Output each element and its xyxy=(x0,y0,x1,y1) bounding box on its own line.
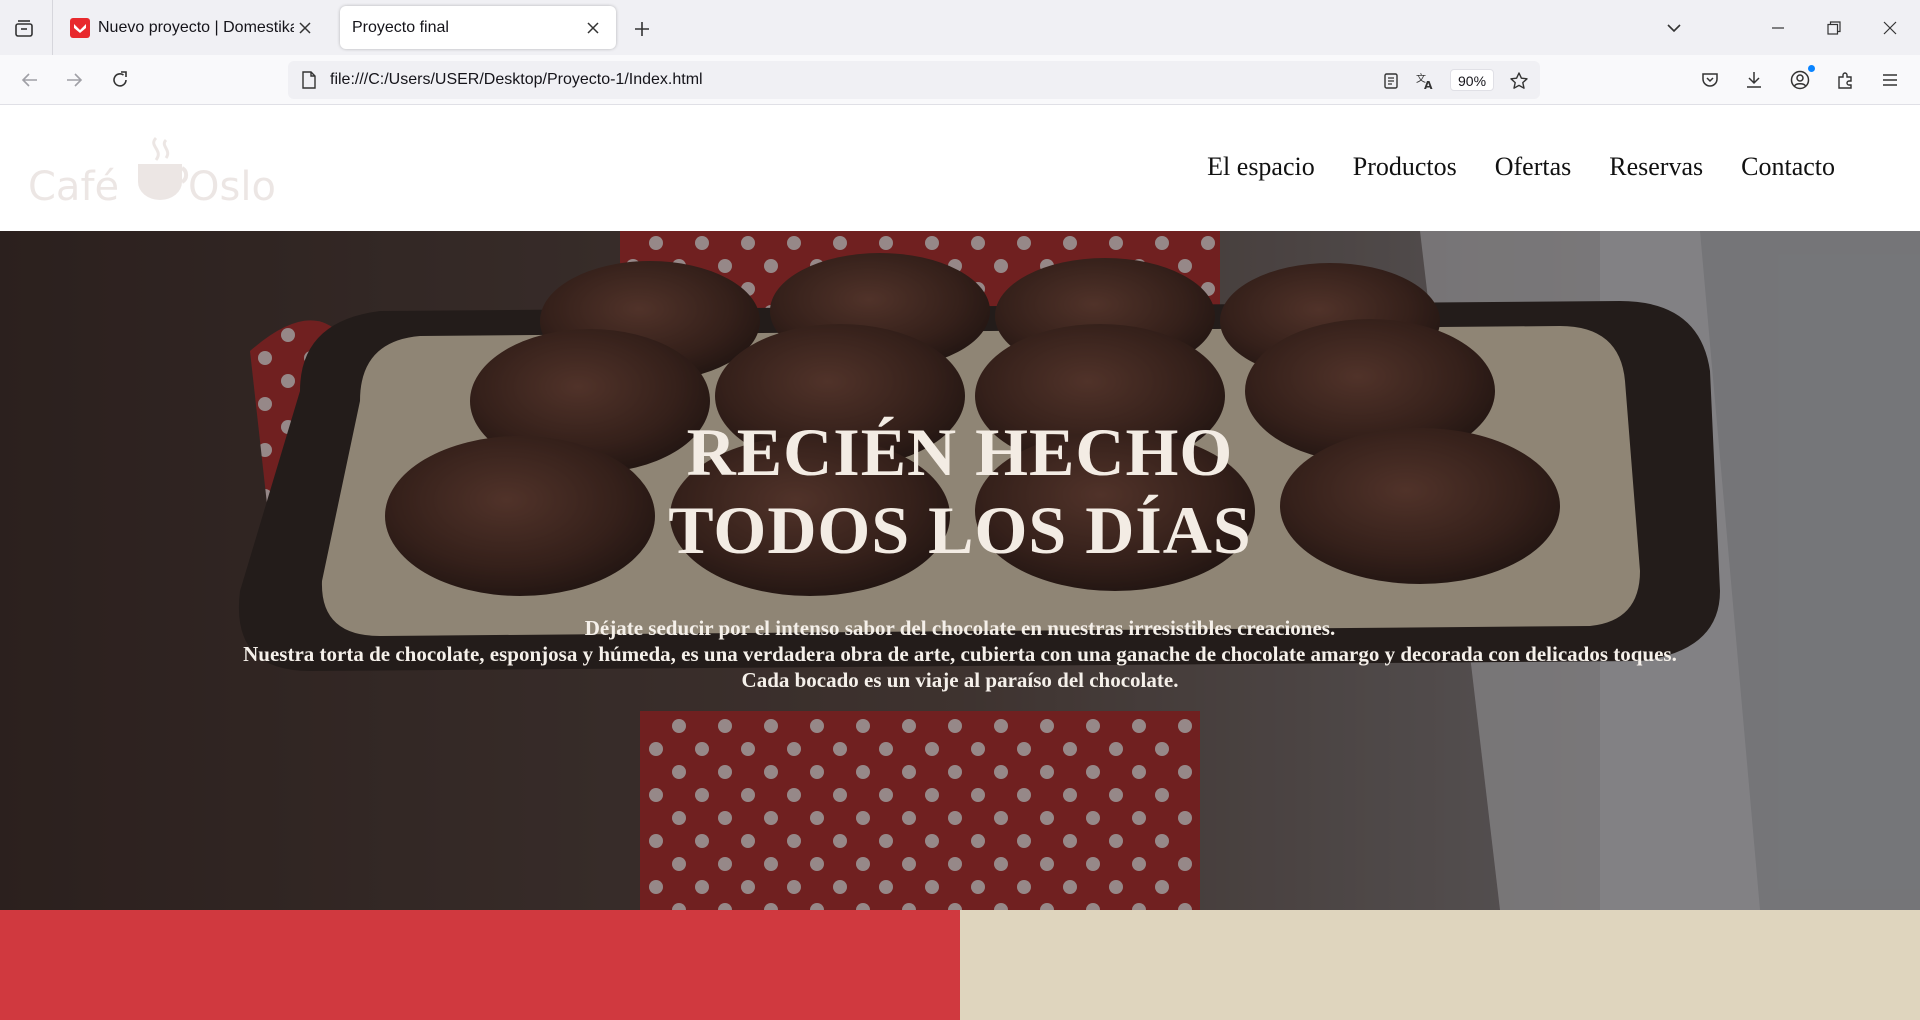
hero-section: RECIÉN HECHO TODOS LOS DÍAS Déjate seduc… xyxy=(0,231,1920,910)
beige-color-block xyxy=(960,910,1920,1020)
back-arrow-icon[interactable] xyxy=(14,64,46,96)
svg-text:A: A xyxy=(1424,79,1433,91)
nav-link-contacto[interactable]: Contacto xyxy=(1741,152,1835,182)
account-icon[interactable] xyxy=(1784,64,1816,96)
coffee-cup-icon xyxy=(138,136,189,200)
tab-title: Proyecto final xyxy=(352,18,449,36)
hero-overlay xyxy=(0,231,1920,910)
extensions-icon[interactable] xyxy=(1829,64,1861,96)
close-icon[interactable] xyxy=(294,17,316,39)
tab-domestika[interactable]: Nuevo proyecto | Domestika xyxy=(58,6,328,49)
hamburger-menu-icon[interactable] xyxy=(1874,64,1906,96)
chevron-down-icon[interactable] xyxy=(1658,12,1690,44)
tab-title: Nuevo proyecto | Domestika xyxy=(98,18,294,36)
logo-text-right: Oslo xyxy=(188,164,276,210)
browser-tab-bar: Nuevo proyecto | Domestika Proyecto fina… xyxy=(0,0,1920,55)
red-color-block xyxy=(0,910,960,1020)
pocket-icon[interactable] xyxy=(1694,64,1726,96)
tab-proyecto-final[interactable]: Proyecto final xyxy=(340,6,616,49)
hero-description: Déjate seducir por el intenso sabor del … xyxy=(0,615,1920,693)
hero-title-line-1: RECIÉN HECHO xyxy=(686,414,1234,490)
zoom-level-button[interactable]: 90% xyxy=(1450,69,1495,91)
minimize-icon[interactable] xyxy=(1762,12,1794,44)
logo-text-left: Café xyxy=(28,164,120,210)
forward-arrow-icon[interactable] xyxy=(58,64,90,96)
page-icon xyxy=(300,71,318,89)
browser-toolbar: file:///C:/Users/USER/Desktop/Proyecto-1… xyxy=(0,55,1920,105)
domestika-icon xyxy=(70,17,90,38)
new-tab-button[interactable] xyxy=(628,15,656,43)
url-text[interactable]: file:///C:/Users/USER/Desktop/Proyecto-1… xyxy=(330,71,703,89)
hero-text-line-1: Déjate seducir por el intenso sabor del … xyxy=(584,616,1336,640)
tab-list-icon[interactable] xyxy=(10,15,38,43)
translate-icon[interactable]: 文A xyxy=(1412,68,1438,94)
hero-title-line-2: TODOS LOS DÍAS xyxy=(668,492,1252,568)
hero-text-line-2: Nuestra torta de chocolate, esponjosa y … xyxy=(243,642,1677,666)
main-navigation: El espacio Productos Ofertas Reservas Co… xyxy=(1207,152,1835,182)
close-window-icon[interactable] xyxy=(1874,12,1906,44)
site-logo[interactable]: Café Oslo xyxy=(28,134,288,214)
restore-icon[interactable] xyxy=(1818,12,1850,44)
reader-view-icon[interactable] xyxy=(1378,68,1404,94)
site-header: Café Oslo El espacio Productos Ofertas R… xyxy=(0,106,1920,231)
hero-title: RECIÉN HECHO TODOS LOS DÍAS xyxy=(0,413,1920,569)
address-bar[interactable]: file:///C:/Users/USER/Desktop/Proyecto-1… xyxy=(288,61,1540,99)
nav-link-ofertas[interactable]: Ofertas xyxy=(1495,152,1572,182)
bookmark-star-icon[interactable] xyxy=(1506,68,1532,94)
hero-text-line-3: Cada bocado es un viaje al paraíso del c… xyxy=(741,668,1179,692)
reload-icon[interactable] xyxy=(104,64,136,96)
nav-link-reservas[interactable]: Reservas xyxy=(1609,152,1703,182)
nav-link-productos[interactable]: Productos xyxy=(1353,152,1457,182)
close-icon[interactable] xyxy=(582,17,604,39)
tab-separator xyxy=(52,0,53,55)
download-icon[interactable] xyxy=(1738,64,1770,96)
notification-dot xyxy=(1808,65,1815,72)
nav-link-el-espacio[interactable]: El espacio xyxy=(1207,152,1315,182)
